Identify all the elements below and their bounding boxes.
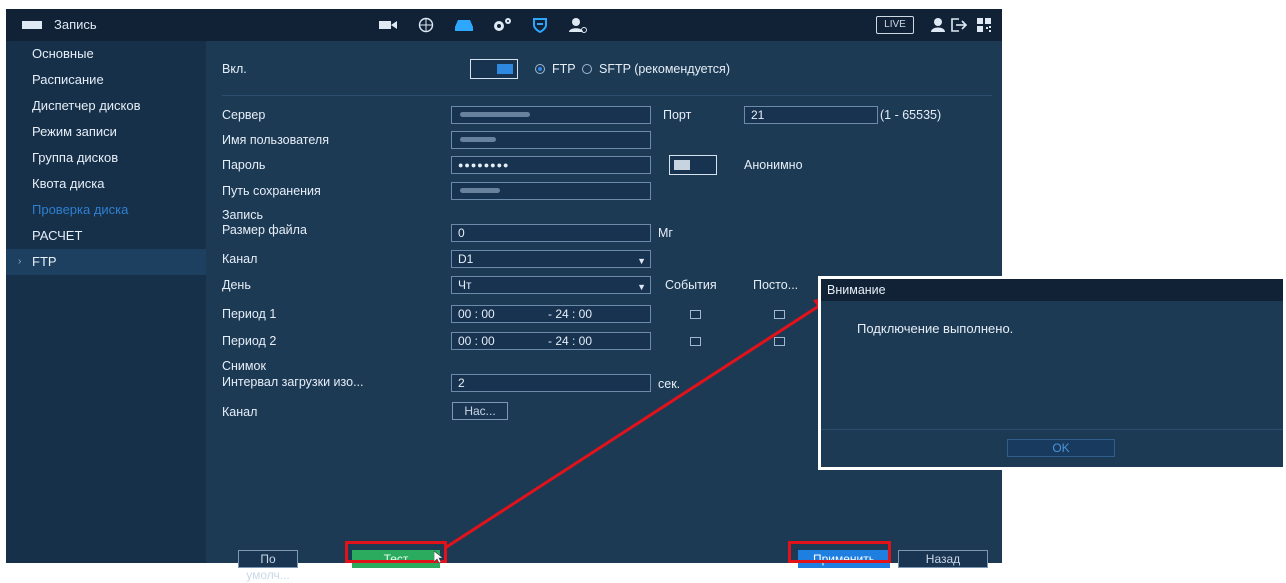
ok-button[interactable]: OK [1007,439,1115,457]
dialog-message: Подключение выполнено. [857,321,1014,336]
attention-dialog: Внимание Подключение выполнено. OK [818,276,1286,470]
divider [821,429,1283,430]
dialog-body: Внимание Подключение выполнено. OK [821,279,1283,467]
dialog-title: Внимание [821,279,1283,301]
